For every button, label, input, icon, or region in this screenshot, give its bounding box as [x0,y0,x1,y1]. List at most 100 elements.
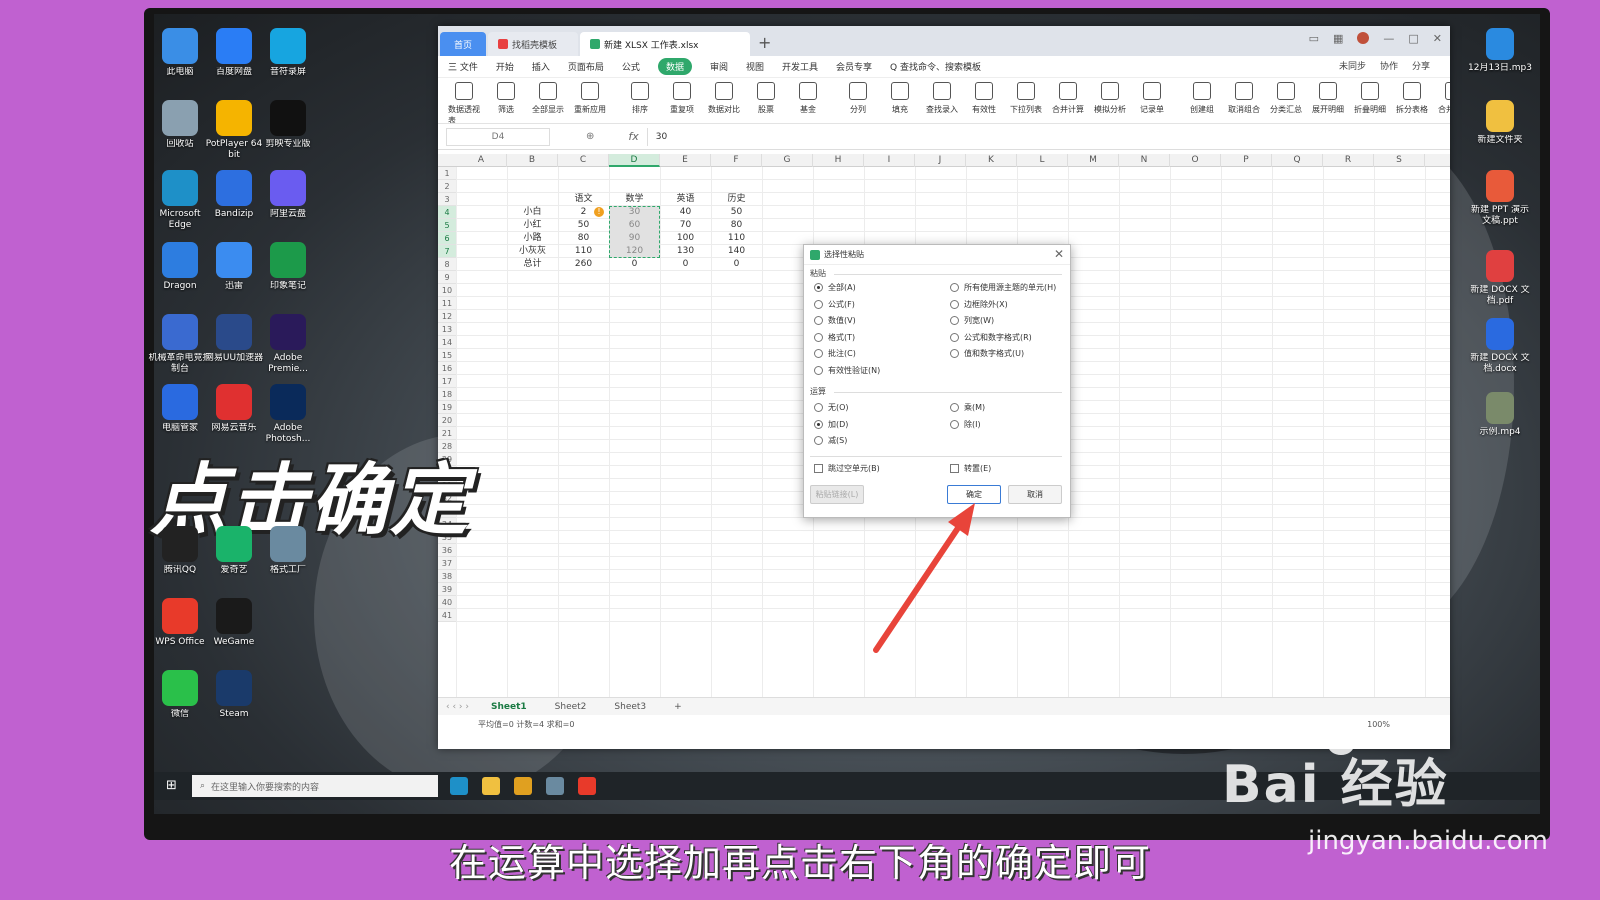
data-cell[interactable]: 260 [558,258,609,271]
menu-item[interactable]: Q 查找命令、搜索模板 [890,60,981,73]
format-factory-taskbar-icon[interactable] [546,777,564,795]
column-header[interactable]: H [813,154,864,167]
column-header[interactable]: Q [1272,154,1323,167]
row-name-cell[interactable]: 总计 [507,258,558,271]
operation-radio[interactable]: 乘(M) [950,402,985,413]
ribbon-button[interactable]: 合并表格 [1434,82,1450,115]
column-header[interactable]: S [1374,154,1425,167]
ribbon-button[interactable]: 筛选 [486,82,526,115]
row-header[interactable]: 9 [438,271,456,284]
desktop-icon[interactable]: Adobe Photosh... [256,384,320,445]
wps-taskbar-icon[interactable] [578,777,596,795]
ribbon-button[interactable]: 重复项 [662,82,702,115]
paste-link-button[interactable]: 粘贴链接(L) [810,485,864,504]
row-header[interactable]: 3 [438,193,456,206]
operation-radio[interactable]: 减(S) [814,435,847,446]
data-cell[interactable]: 50 [711,206,762,219]
ribbon-button[interactable]: 记录单 [1132,82,1172,115]
warning-icon[interactable]: ! [594,207,604,217]
row-header[interactable]: 16 [438,362,456,375]
column-header[interactable]: A [456,154,507,167]
row-header[interactable]: 37 [438,557,456,570]
close-icon[interactable]: ✕ [1433,32,1442,45]
paste-option-radio[interactable]: 有效性验证(N) [814,365,880,376]
row-header[interactable]: 41 [438,609,456,622]
ribbon-button[interactable]: 模拟分析 [1090,82,1130,115]
row-header[interactable]: 17 [438,375,456,388]
document-tab[interactable]: 新建 XLSX 工作表.xlsx [580,32,750,56]
operation-radio[interactable]: 加(D) [814,419,848,430]
zoom-search-icon[interactable]: ⊕ [586,131,594,142]
ribbon-button[interactable]: 折叠明细 [1350,82,1390,115]
paste-option-radio[interactable]: 值和数字格式(U) [950,348,1024,359]
paste-option-radio[interactable]: 公式(F) [814,299,855,310]
row-header[interactable]: 18 [438,388,456,401]
menu-item[interactable]: 数据 [657,58,692,75]
start-windows-icon[interactable]: ⊞ [166,778,177,793]
table-header-cell[interactable]: 英语 [660,193,711,206]
app-taskbar-icon[interactable] [514,777,532,795]
row-name-cell[interactable]: 小灰灰 [507,245,558,258]
edge-taskbar-icon[interactable] [450,777,468,795]
row-header[interactable]: 15 [438,349,456,362]
data-cell[interactable]: 110 [711,232,762,245]
menu-item[interactable]: 视图 [746,60,764,73]
menu-item[interactable]: 公式 [622,60,640,73]
file-explorer-icon[interactable] [482,777,500,795]
row-header[interactable]: 14 [438,336,456,349]
column-header[interactable]: J [915,154,966,167]
data-cell[interactable]: 40 [660,206,711,219]
menu-right-item[interactable]: 未同步 [1339,59,1366,72]
table-header-cell[interactable]: 历史 [711,193,762,206]
ribbon-button[interactable]: 填充 [880,82,920,115]
row-header[interactable]: 38 [438,570,456,583]
menu-item[interactable]: 插入 [532,60,550,73]
sheet-tab[interactable]: Sheet1 [477,702,541,712]
column-header[interactable]: E [660,154,711,167]
row-name-cell[interactable]: 小白 [507,206,558,219]
name-box[interactable]: D4 [446,127,550,146]
sheet-tab[interactable]: Sheet3 [600,702,660,712]
paste-option-radio[interactable]: 批注(C) [814,348,856,359]
column-header[interactable]: L [1017,154,1068,167]
row-header[interactable]: 7 [438,245,456,258]
desktop-icon[interactable]: Adobe Premie... [256,314,320,375]
data-cell[interactable]: 110 [558,245,609,258]
ribbon-button[interactable]: 展开明细 [1308,82,1348,115]
desktop-icon[interactable]: Steam [202,670,266,720]
data-cell[interactable]: 0 [609,258,660,271]
row-header[interactable]: 6 [438,232,456,245]
row-header[interactable]: 4 [438,206,456,219]
data-cell[interactable]: 100 [660,232,711,245]
menu-right-item[interactable]: 协作 [1380,59,1398,72]
row-header[interactable]: 19 [438,401,456,414]
menu-item[interactable]: 会员专享 [836,60,872,73]
ribbon-button[interactable]: 分列 [838,82,878,115]
paste-option-radio[interactable]: 数值(V) [814,315,856,326]
menu-right-item[interactable]: 分享 [1412,59,1430,72]
ribbon-button[interactable]: 股票 [746,82,786,115]
row-header[interactable]: 20 [438,414,456,427]
desktop-icon[interactable]: 阿里云盘 [256,170,320,220]
layout-icon[interactable]: ▭ [1309,32,1319,45]
table-header-cell[interactable]: 语文 [558,193,609,206]
column-header[interactable]: C [558,154,609,167]
paste-option-radio[interactable]: 全部(A) [814,282,856,293]
desktop-icon[interactable]: 音符录屏 [256,28,320,78]
desktop-icon[interactable]: 格式工厂 [256,526,320,576]
zoom-level[interactable]: 100% [1367,720,1390,729]
paste-option-radio[interactable]: 公式和数字格式(R) [950,332,1032,343]
sheet-nav-icon[interactable]: ‹ ‹ › › [438,702,477,712]
row-header[interactable]: 39 [438,583,456,596]
ribbon-button[interactable]: 有效性 [964,82,1004,115]
new-tab-plus-icon[interactable]: + [758,33,771,52]
desktop-icon[interactable]: 剪映专业版 [256,100,320,150]
ribbon-button[interactable]: 合并计算 [1048,82,1088,115]
menu-item[interactable]: 页面布局 [568,60,604,73]
data-cell[interactable]: 140 [711,245,762,258]
ribbon-button[interactable]: 数据对比 [704,82,744,115]
row-header[interactable]: 10 [438,284,456,297]
sheet-tab[interactable]: Sheet2 [541,702,601,712]
home-tab[interactable]: 首页 [440,32,486,56]
data-cell[interactable]: 80 [558,232,609,245]
